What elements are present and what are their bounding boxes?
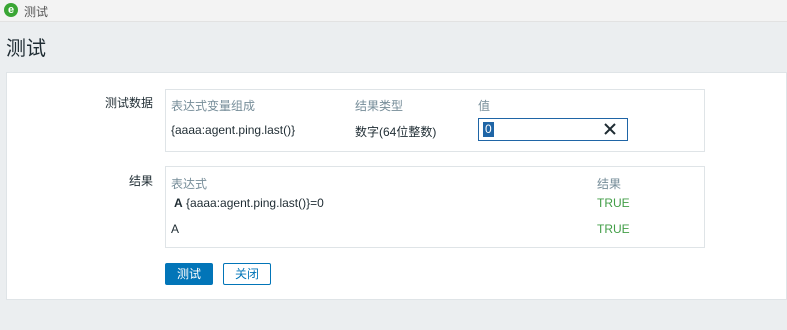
expression-text: A — [171, 222, 180, 236]
result-label: 结果 — [129, 174, 154, 188]
window-titlebar: e 测试 — [0, 0, 787, 22]
header-value: 值 — [478, 99, 491, 113]
header-expression-var: 表达式变量组成 — [171, 99, 256, 113]
expression-text: {aaaa:agent.ping.last()}=0 — [186, 196, 324, 210]
expression-prefix: A — [174, 196, 183, 210]
header-result: 结果 — [597, 177, 622, 191]
test-form-card: 测试数据 表达式变量组成 结果类型 值 {aaaa:agent.ping.las… — [6, 72, 787, 300]
expression-var-cell: {aaaa:agent.ping.last()} — [171, 123, 296, 137]
result-value: TRUE — [597, 196, 630, 210]
test-button[interactable]: 测试 — [165, 263, 213, 285]
test-data-label: 测试数据 — [105, 96, 154, 110]
result-row: A {aaaa:agent.ping.last()}=0 — [174, 196, 324, 210]
result-row: A — [171, 222, 179, 236]
close-icon[interactable] — [603, 122, 617, 136]
value-input[interactable]: 0 — [478, 118, 628, 141]
header-result-type: 结果类型 — [355, 99, 404, 113]
value-input-text[interactable]: 0 — [483, 122, 494, 137]
test-data-table: 表达式变量组成 结果类型 值 {aaaa:agent.ping.last()} … — [165, 89, 705, 152]
header-expression: 表达式 — [171, 177, 208, 191]
app-icon: e — [4, 3, 18, 17]
result-type-cell: 数字(64位整数) — [355, 125, 437, 139]
result-value: TRUE — [597, 222, 630, 236]
close-button[interactable]: 关闭 — [223, 263, 271, 285]
page-title: 测试 — [6, 38, 46, 60]
result-table: 表达式 结果 A {aaaa:agent.ping.last()}=0 TRUE… — [165, 166, 705, 248]
window-title: 测试 — [24, 5, 49, 19]
